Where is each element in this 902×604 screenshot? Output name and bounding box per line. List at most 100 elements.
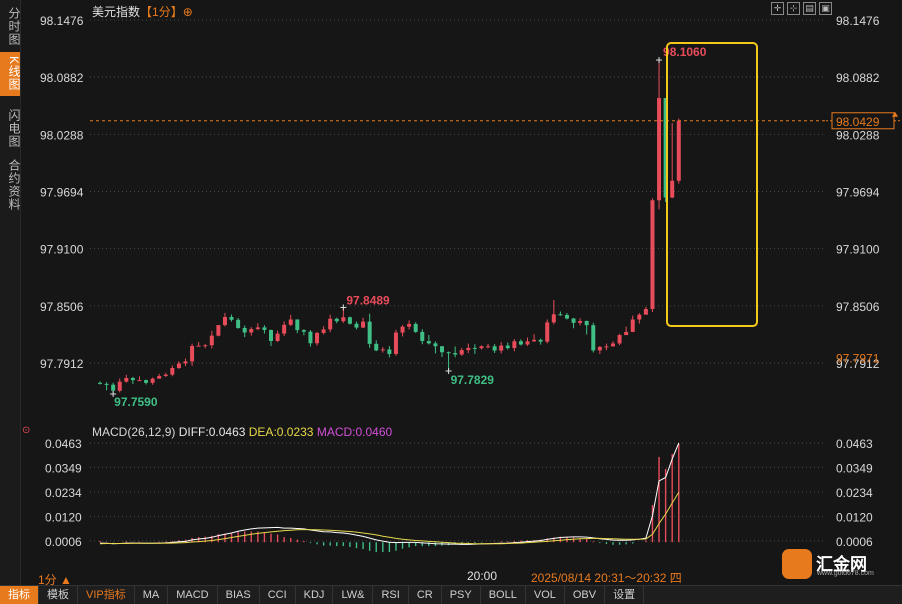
annotation-high-max: 98.1060 (663, 45, 707, 59)
indicator-tab-10[interactable]: CR (409, 586, 442, 604)
candle (367, 321, 372, 344)
price-tick-left: 98.0288 (40, 128, 84, 142)
candle (571, 318, 576, 323)
candle (130, 378, 135, 381)
logo-mark-icon (782, 549, 812, 579)
indicator-tab-13[interactable]: VOL (526, 586, 565, 604)
candle (545, 322, 550, 342)
price-tick-right: 98.1476 (836, 14, 880, 28)
candle (236, 319, 241, 328)
candle (433, 343, 438, 347)
candle (393, 332, 398, 354)
macd-tick-left: 0.0006 (45, 535, 82, 549)
indicator-tab-6[interactable]: CCI (260, 586, 296, 604)
indicator-tab-bar: 指标 模板 VIP指标 MA MACD BIAS CCI KDJ LW& RSI CR PSY BOLL… (0, 585, 902, 604)
candle (650, 200, 655, 310)
candle (413, 323, 418, 332)
candle (617, 335, 622, 344)
candle (104, 383, 109, 385)
indicator-tab-0[interactable]: 指标 (0, 586, 39, 604)
indicator-tab-12[interactable]: BOLL (481, 586, 526, 604)
indicator-tab-8[interactable]: LW& (333, 586, 374, 604)
candle (341, 317, 346, 322)
macd-tick-left: 0.0463 (45, 437, 82, 451)
candle (176, 363, 181, 369)
annotation-low-local: 97.7829 (451, 373, 495, 387)
candlestick-chart[interactable]: 98.1476 98.1476 98.0882 98.0882 98.0288 98.02… (0, 0, 902, 420)
candle (242, 327, 247, 333)
price-tick-right: 97.9694 (836, 186, 880, 200)
candle (315, 332, 320, 344)
candle (262, 327, 267, 330)
right-low-label: 97.7971 (836, 351, 880, 365)
candle (440, 346, 445, 353)
indicator-tab-4[interactable]: MACD (168, 586, 218, 604)
candle (216, 325, 221, 336)
candle (124, 378, 129, 382)
indicator-tab-15[interactable]: 设置 (605, 586, 645, 604)
candle (328, 318, 333, 330)
candle (532, 339, 537, 342)
candle (637, 314, 642, 320)
candle (196, 345, 201, 347)
candle (597, 346, 602, 351)
candle (387, 349, 392, 354)
indicator-tab-14[interactable]: OBV (565, 586, 606, 604)
candle (426, 341, 431, 344)
candle (459, 350, 464, 355)
macd-tick-left: 0.0234 (45, 486, 82, 500)
candle (150, 378, 155, 383)
price-tick-left: 97.9694 (40, 186, 84, 200)
candle (308, 331, 313, 344)
candle (604, 346, 609, 348)
macd-dea-line (99, 492, 680, 545)
logo-url: www.gold678.com (817, 570, 874, 577)
current-price-label: 98.0429 (836, 115, 880, 129)
price-tick-right: 98.0288 (836, 128, 880, 142)
candle (288, 319, 293, 325)
macd-chart[interactable]: 0.0463 0.0463 0.0349 0.0349 0.0234 0.0234 0.01… (0, 420, 902, 585)
candle (624, 331, 629, 336)
price-tick-right: 97.8506 (836, 300, 880, 314)
candle (183, 361, 188, 364)
candle (657, 98, 662, 201)
price-tick-left: 97.8506 (40, 300, 84, 314)
macd-diff-line (99, 442, 680, 545)
candle (347, 317, 352, 324)
candle (578, 320, 583, 323)
candle (446, 352, 451, 354)
candle (630, 319, 635, 332)
candle (407, 323, 412, 327)
indicator-tab-7[interactable]: KDJ (296, 586, 334, 604)
candle (492, 346, 497, 351)
candle (282, 324, 287, 334)
price-tick-left: 97.7912 (40, 357, 84, 371)
indicator-tab-5[interactable]: BIAS (218, 586, 260, 604)
indicator-tab-2[interactable]: VIP指标 (78, 586, 135, 604)
candle (275, 333, 280, 341)
candle (453, 353, 458, 355)
annotation-low-min: 97.7590 (114, 395, 158, 409)
candle (643, 309, 648, 315)
candle (190, 345, 195, 362)
candle (611, 343, 616, 347)
macd-tick-left: 0.0349 (45, 461, 82, 475)
macd-tick-right: 0.0463 (836, 437, 873, 451)
candle (584, 320, 589, 326)
indicator-tab-1[interactable]: 模板 (39, 586, 78, 604)
indicator-tab-11[interactable]: PSY (442, 586, 481, 604)
candle (111, 384, 116, 391)
candle (249, 329, 254, 333)
candle (163, 374, 168, 376)
candle (472, 347, 477, 349)
indicator-tab-9[interactable]: RSI (373, 586, 409, 604)
candle (374, 343, 379, 351)
indicator-tab-3[interactable]: MA (135, 586, 169, 604)
macd-tick-right: 0.0006 (836, 535, 873, 549)
candle (466, 347, 471, 351)
candle (499, 345, 504, 351)
candle (144, 380, 149, 383)
candle (203, 345, 208, 347)
candle (551, 314, 556, 323)
price-tick-left: 98.0882 (40, 71, 84, 85)
